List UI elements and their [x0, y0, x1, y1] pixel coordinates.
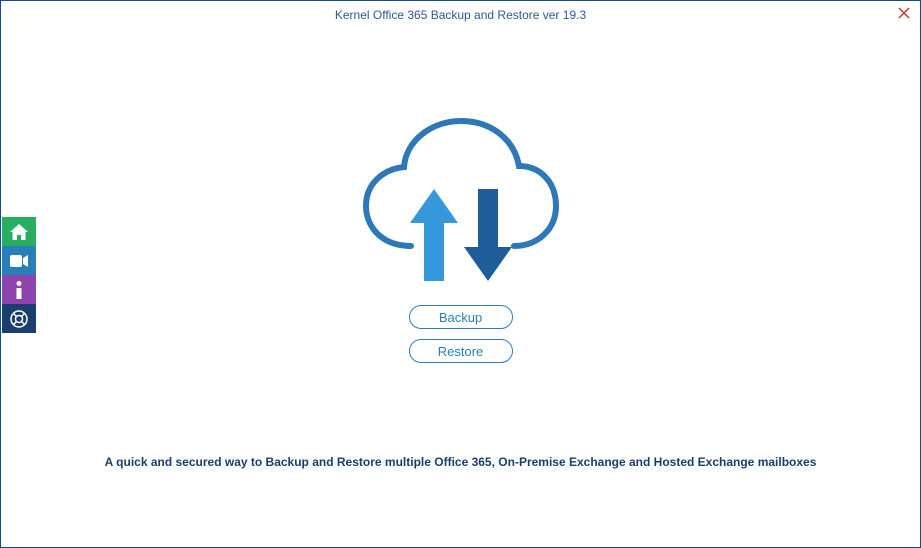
footer-description: A quick and secured way to Backup and Re… [1, 455, 920, 469]
backup-button-label: Backup [439, 310, 482, 325]
backup-button[interactable]: Backup [409, 305, 513, 329]
titlebar: Kernel Office 365 Backup and Restore ver… [1, 1, 920, 29]
close-button[interactable] [898, 6, 910, 22]
restore-button[interactable]: Restore [409, 339, 513, 363]
cloud-graphic [356, 111, 566, 291]
main-content: Backup Restore [1, 111, 920, 373]
close-icon [898, 7, 910, 19]
window-title: Kernel Office 365 Backup and Restore ver… [335, 8, 586, 22]
restore-button-label: Restore [438, 344, 484, 359]
